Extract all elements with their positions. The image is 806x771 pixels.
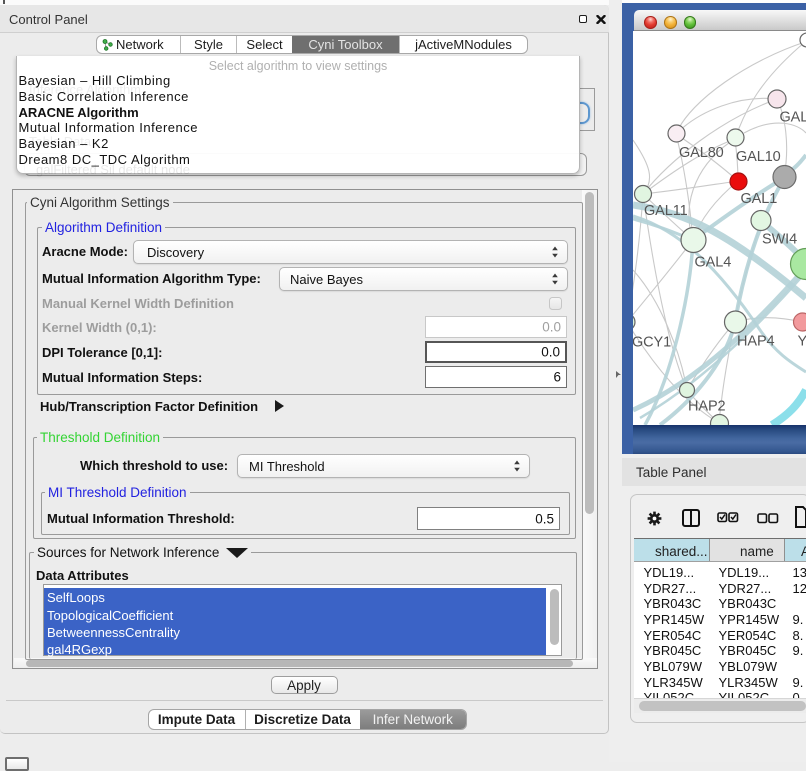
svg-text:GAL7: GAL7 (780, 110, 806, 126)
svg-text:HAP4: HAP4 (737, 334, 775, 350)
svg-text:HAP2: HAP2 (688, 399, 726, 415)
svg-text:GAL80: GAL80 (679, 145, 724, 161)
svg-text:GAL1: GAL1 (741, 191, 778, 207)
svg-text:GAL10: GAL10 (736, 149, 781, 165)
svg-text:SWI4: SWI4 (762, 232, 797, 248)
svg-text:GAL4: GAL4 (695, 255, 732, 271)
svg-text:Y: Y (798, 334, 806, 350)
svg-text:GAL11: GAL11 (644, 203, 688, 219)
svg-text:GCY1: GCY1 (633, 335, 671, 351)
